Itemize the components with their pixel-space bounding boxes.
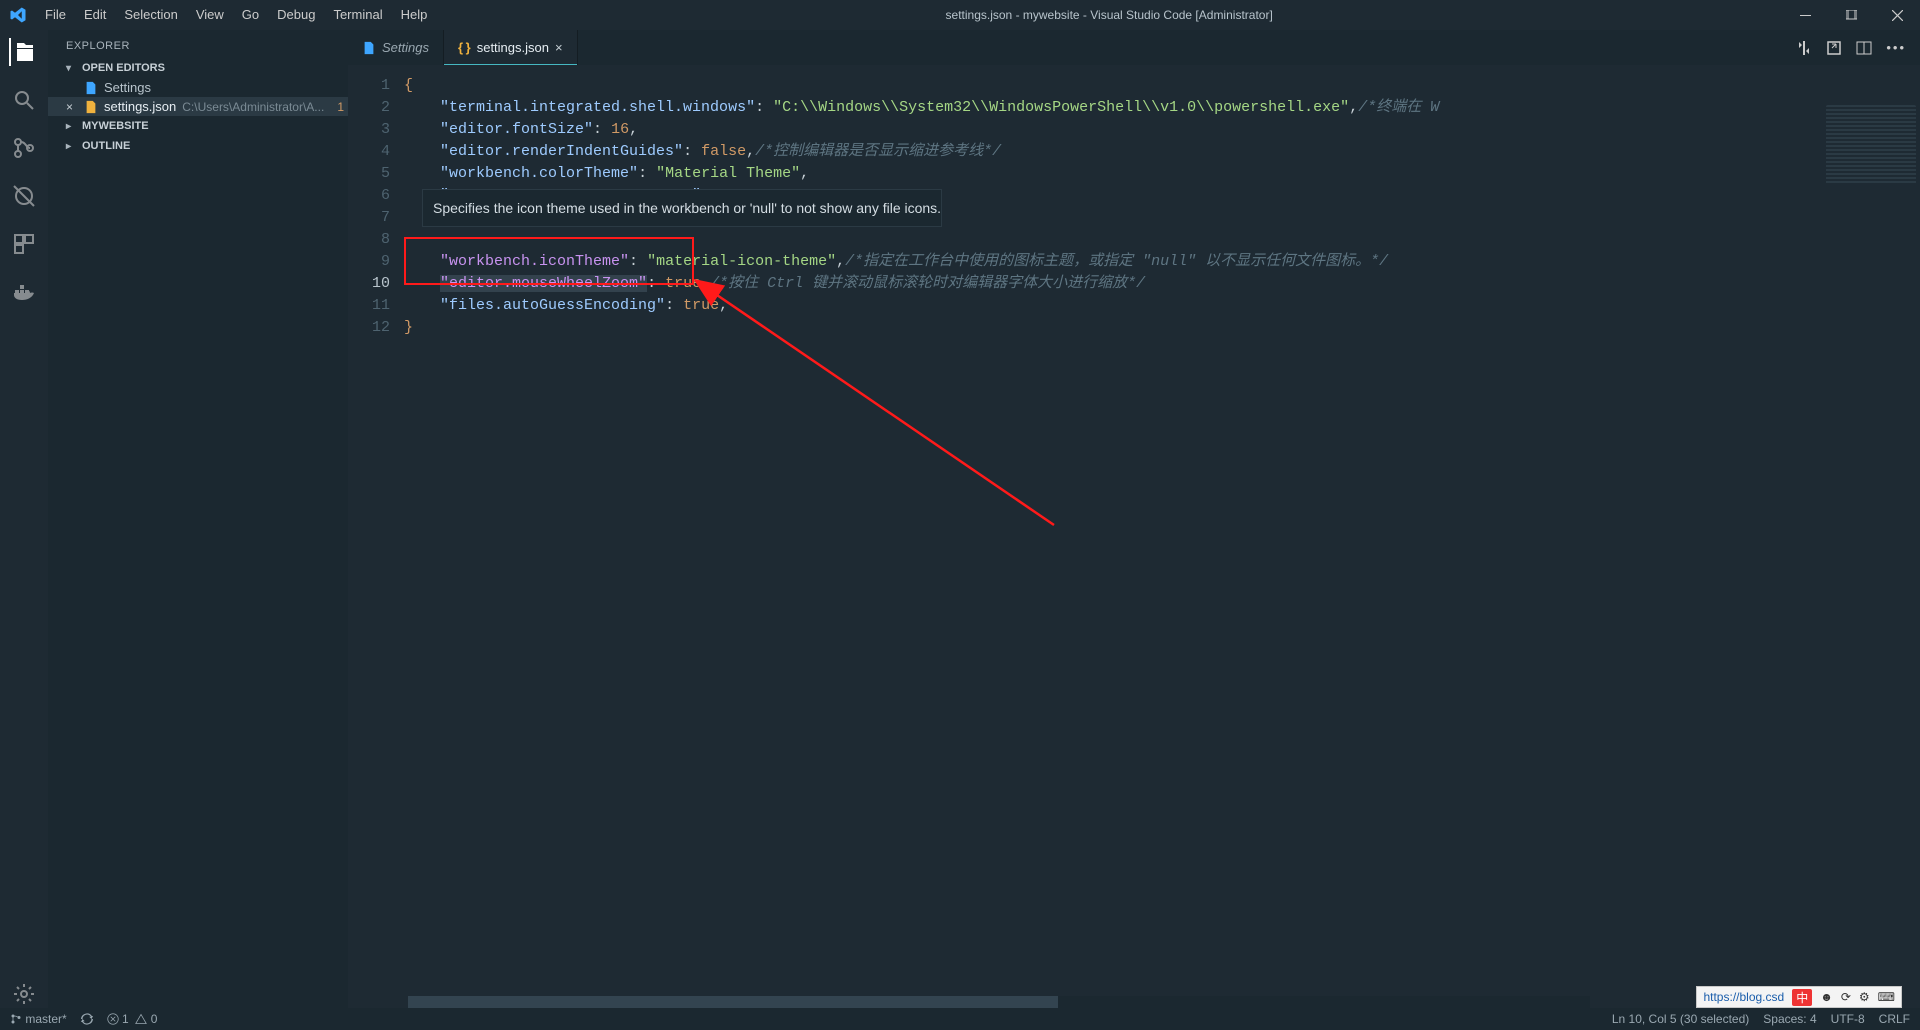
menu-terminal[interactable]: Terminal [324, 0, 391, 30]
file-path: C:\Users\Administrator\A... [182, 100, 331, 114]
tab-label: settings.json [477, 40, 549, 55]
menu-edit[interactable]: Edit [75, 0, 115, 30]
indentation[interactable]: Spaces: 4 [1763, 1012, 1816, 1026]
menubar: FileEditSelectionViewGoDebugTerminalHelp [36, 0, 436, 30]
close-icon[interactable] [1874, 0, 1920, 30]
file-icon [84, 81, 98, 95]
editor-tab[interactable]: { } settings.json × [444, 30, 578, 65]
code-line[interactable]: "terminal.integrated.shell.windows": "C:… [404, 97, 1920, 119]
debug-icon[interactable] [10, 182, 38, 210]
encoding[interactable]: UTF-8 [1831, 1012, 1865, 1026]
code-line[interactable]: "editor.fontSize": 16, [404, 119, 1920, 141]
open-editors-label: OPEN EDITORS [82, 62, 165, 74]
outline-section[interactable]: ▸ OUTLINE [48, 136, 348, 156]
annotation-box [404, 237, 694, 285]
ime-lang-badge[interactable]: 中 [1792, 989, 1812, 1006]
line-gutter: 123456789101112 [348, 65, 404, 1008]
open-editor-item[interactable]: Settings [48, 78, 348, 97]
problems[interactable]: 1 0 [107, 1012, 158, 1026]
ime-icon[interactable]: ⟳ [1841, 990, 1851, 1004]
menu-file[interactable]: File [36, 0, 75, 30]
file-name: Settings [104, 80, 151, 95]
editor-area: Settings { } settings.json × ••• 1234567891… [348, 30, 1920, 1008]
minimize-icon[interactable] [1782, 0, 1828, 30]
cursor-position[interactable]: Ln 10, Col 5 (30 selected) [1612, 1012, 1749, 1026]
menu-view[interactable]: View [187, 0, 233, 30]
code-line[interactable]: "editor.renderIndentGuides": false,/*控制编… [404, 141, 1920, 163]
editor-actions: ••• [1796, 30, 1920, 65]
ime-gear-icon[interactable]: ⚙ [1859, 990, 1870, 1004]
maximize-icon[interactable] [1828, 0, 1874, 30]
window-controls [1782, 0, 1920, 30]
status-bar: master* 1 0 Ln 10, Col 5 (30 selected) S… [0, 1008, 1920, 1030]
gear-icon[interactable] [10, 980, 38, 1008]
menu-selection[interactable]: Selection [115, 0, 186, 30]
json-icon [84, 100, 98, 114]
file-icon [362, 41, 376, 55]
git-branch[interactable]: master* [10, 1012, 67, 1026]
sync-icon[interactable] [81, 1013, 93, 1025]
window-title: settings.json - mywebsite - Visual Studi… [436, 8, 1782, 22]
close-icon[interactable]: × [66, 100, 73, 114]
code-content[interactable]: { "terminal.integrated.shell.windows": "… [404, 65, 1920, 1008]
workspace-section[interactable]: ▸ MYWEBSITE [48, 116, 348, 136]
code-line[interactable]: } [404, 317, 1920, 339]
activity-bar [0, 30, 48, 1008]
code-line[interactable]: "workbench.colorTheme": "Material Theme"… [404, 163, 1920, 185]
menu-help[interactable]: Help [392, 0, 437, 30]
open-editor-item[interactable]: × settings.json C:\Users\Administrator\A..… [48, 97, 348, 116]
source-control-icon[interactable] [10, 134, 38, 162]
search-icon[interactable] [10, 86, 38, 114]
menu-debug[interactable]: Debug [268, 0, 324, 30]
minimap[interactable] [1826, 105, 1916, 185]
workbench: EXPLORER ▾ OPEN EDITORS Settings × setting… [0, 30, 1920, 1008]
more-icon[interactable]: ••• [1886, 40, 1906, 55]
hover-tooltip: Specifies the icon theme used in the wor… [422, 189, 942, 227]
eol[interactable]: CRLF [1879, 1012, 1910, 1026]
chevron-right-icon: ▸ [66, 141, 78, 152]
close-icon[interactable]: × [555, 40, 563, 55]
explorer-icon[interactable] [9, 38, 37, 66]
horizontal-scrollbar[interactable] [408, 996, 1590, 1008]
menu-go[interactable]: Go [233, 0, 268, 30]
docker-icon[interactable] [10, 278, 38, 306]
explorer-header: EXPLORER [48, 30, 348, 58]
split-editor-icon[interactable] [1856, 40, 1872, 56]
ime-keyboard-icon[interactable]: ⌨ [1878, 990, 1895, 1004]
editor-tab[interactable]: Settings [348, 30, 444, 65]
tab-label: Settings [382, 40, 429, 55]
ime-overlay: https://blog.csd 中 ☻ ⟳ ⚙ ⌨ [1696, 986, 1902, 1008]
compare-icon[interactable] [1796, 40, 1812, 56]
chevron-right-icon: ▸ [66, 121, 78, 132]
titlebar: FileEditSelectionViewGoDebugTerminalHelp… [0, 0, 1920, 30]
workspace-label: MYWEBSITE [82, 120, 149, 132]
code-line[interactable]: "files.autoGuessEncoding": true, [404, 295, 1920, 317]
editor-tabs: Settings { } settings.json × ••• [348, 30, 1920, 65]
ime-icon[interactable]: ☻ [1820, 990, 1833, 1004]
json-icon: { } [458, 40, 471, 55]
ime-url: https://blog.csd [1703, 990, 1784, 1004]
vscode-logo-icon [0, 6, 36, 24]
editor-body[interactable]: 123456789101112 { "terminal.integrated.s… [348, 65, 1920, 1008]
open-file-icon[interactable] [1826, 40, 1842, 56]
extensions-icon[interactable] [10, 230, 38, 258]
outline-label: OUTLINE [82, 140, 130, 152]
file-name: settings.json [104, 99, 176, 114]
problems-badge: 1 [337, 100, 344, 114]
explorer-sidebar: EXPLORER ▾ OPEN EDITORS Settings × setting… [48, 30, 348, 1008]
chevron-down-icon: ▾ [66, 63, 78, 74]
code-line[interactable]: { [404, 75, 1920, 97]
open-editors-section[interactable]: ▾ OPEN EDITORS [48, 58, 348, 78]
